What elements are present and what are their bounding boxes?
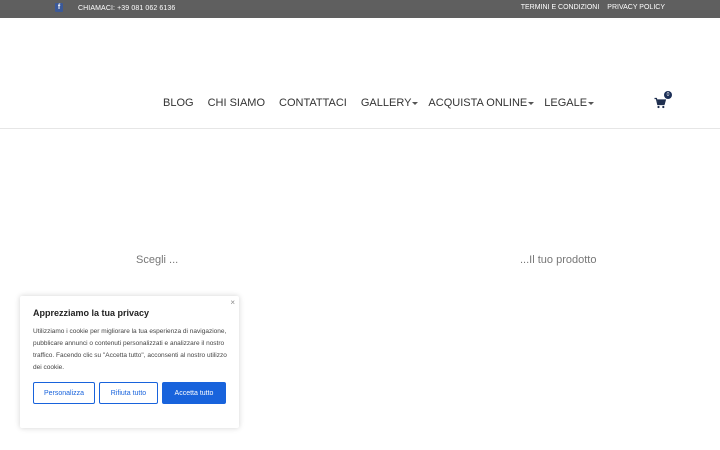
nav-gallery[interactable]: GALLERY [361, 97, 419, 109]
nav-legale[interactable]: LEGALE [544, 97, 595, 109]
chevron-down-icon [588, 101, 595, 105]
customize-button[interactable]: Personalizza [33, 382, 95, 404]
cookie-title: Apprezziamo la tua privacy [33, 308, 150, 318]
privacy-policy-link[interactable]: PRIVACY POLICY [607, 4, 665, 11]
nav-chi-siamo[interactable]: CHI SIAMO [208, 97, 265, 109]
cart-count-badge: 0 [664, 91, 672, 99]
cookie-buttons: Personalizza Rifiuta tutto Accetta tutto [33, 382, 226, 404]
nav-acquista-online-label: ACQUISTA ONLINE [428, 97, 528, 109]
reject-all-button[interactable]: Rifiuta tutto [99, 382, 158, 404]
facebook-icon[interactable]: f [55, 3, 63, 12]
site-header: BLOG CHI SIAMO CONTATTACI GALLERY ACQUIS… [0, 18, 720, 129]
main-nav: BLOG CHI SIAMO CONTATTACI GALLERY ACQUIS… [163, 97, 604, 109]
cookie-description: Utilizziamo i cookie per migliorare la t… [33, 328, 227, 371]
choose-label: Scegli ... [136, 254, 179, 266]
chevron-down-icon [412, 101, 419, 105]
terms-link[interactable]: TERMINI E CONDIZIONI [521, 4, 600, 11]
cookie-consent-banner: × Apprezziamo la tua privacy Utilizziamo… [20, 296, 239, 428]
cart-icon[interactable] [654, 97, 666, 109]
chevron-down-icon [528, 101, 535, 105]
nav-contattaci[interactable]: CONTATTACI [279, 97, 347, 109]
close-icon[interactable]: × [230, 298, 235, 307]
phone-number: CHIAMACI: +39 081 062 6136 [78, 5, 176, 12]
accept-all-button[interactable]: Accetta tutto [162, 382, 226, 404]
nav-gallery-label: GALLERY [360, 97, 412, 109]
nav-legale-label: LEGALE [544, 97, 588, 109]
product-label: ...Il tuo prodotto [520, 254, 597, 266]
nav-blog[interactable]: BLOG [163, 97, 194, 109]
nav-acquista-online[interactable]: ACQUISTA ONLINE [428, 97, 535, 109]
top-links: TERMINI E CONDIZIONI PRIVACY POLICY [521, 4, 665, 11]
top-bar: f CHIAMACI: +39 081 062 6136 TERMINI E C… [0, 0, 720, 18]
